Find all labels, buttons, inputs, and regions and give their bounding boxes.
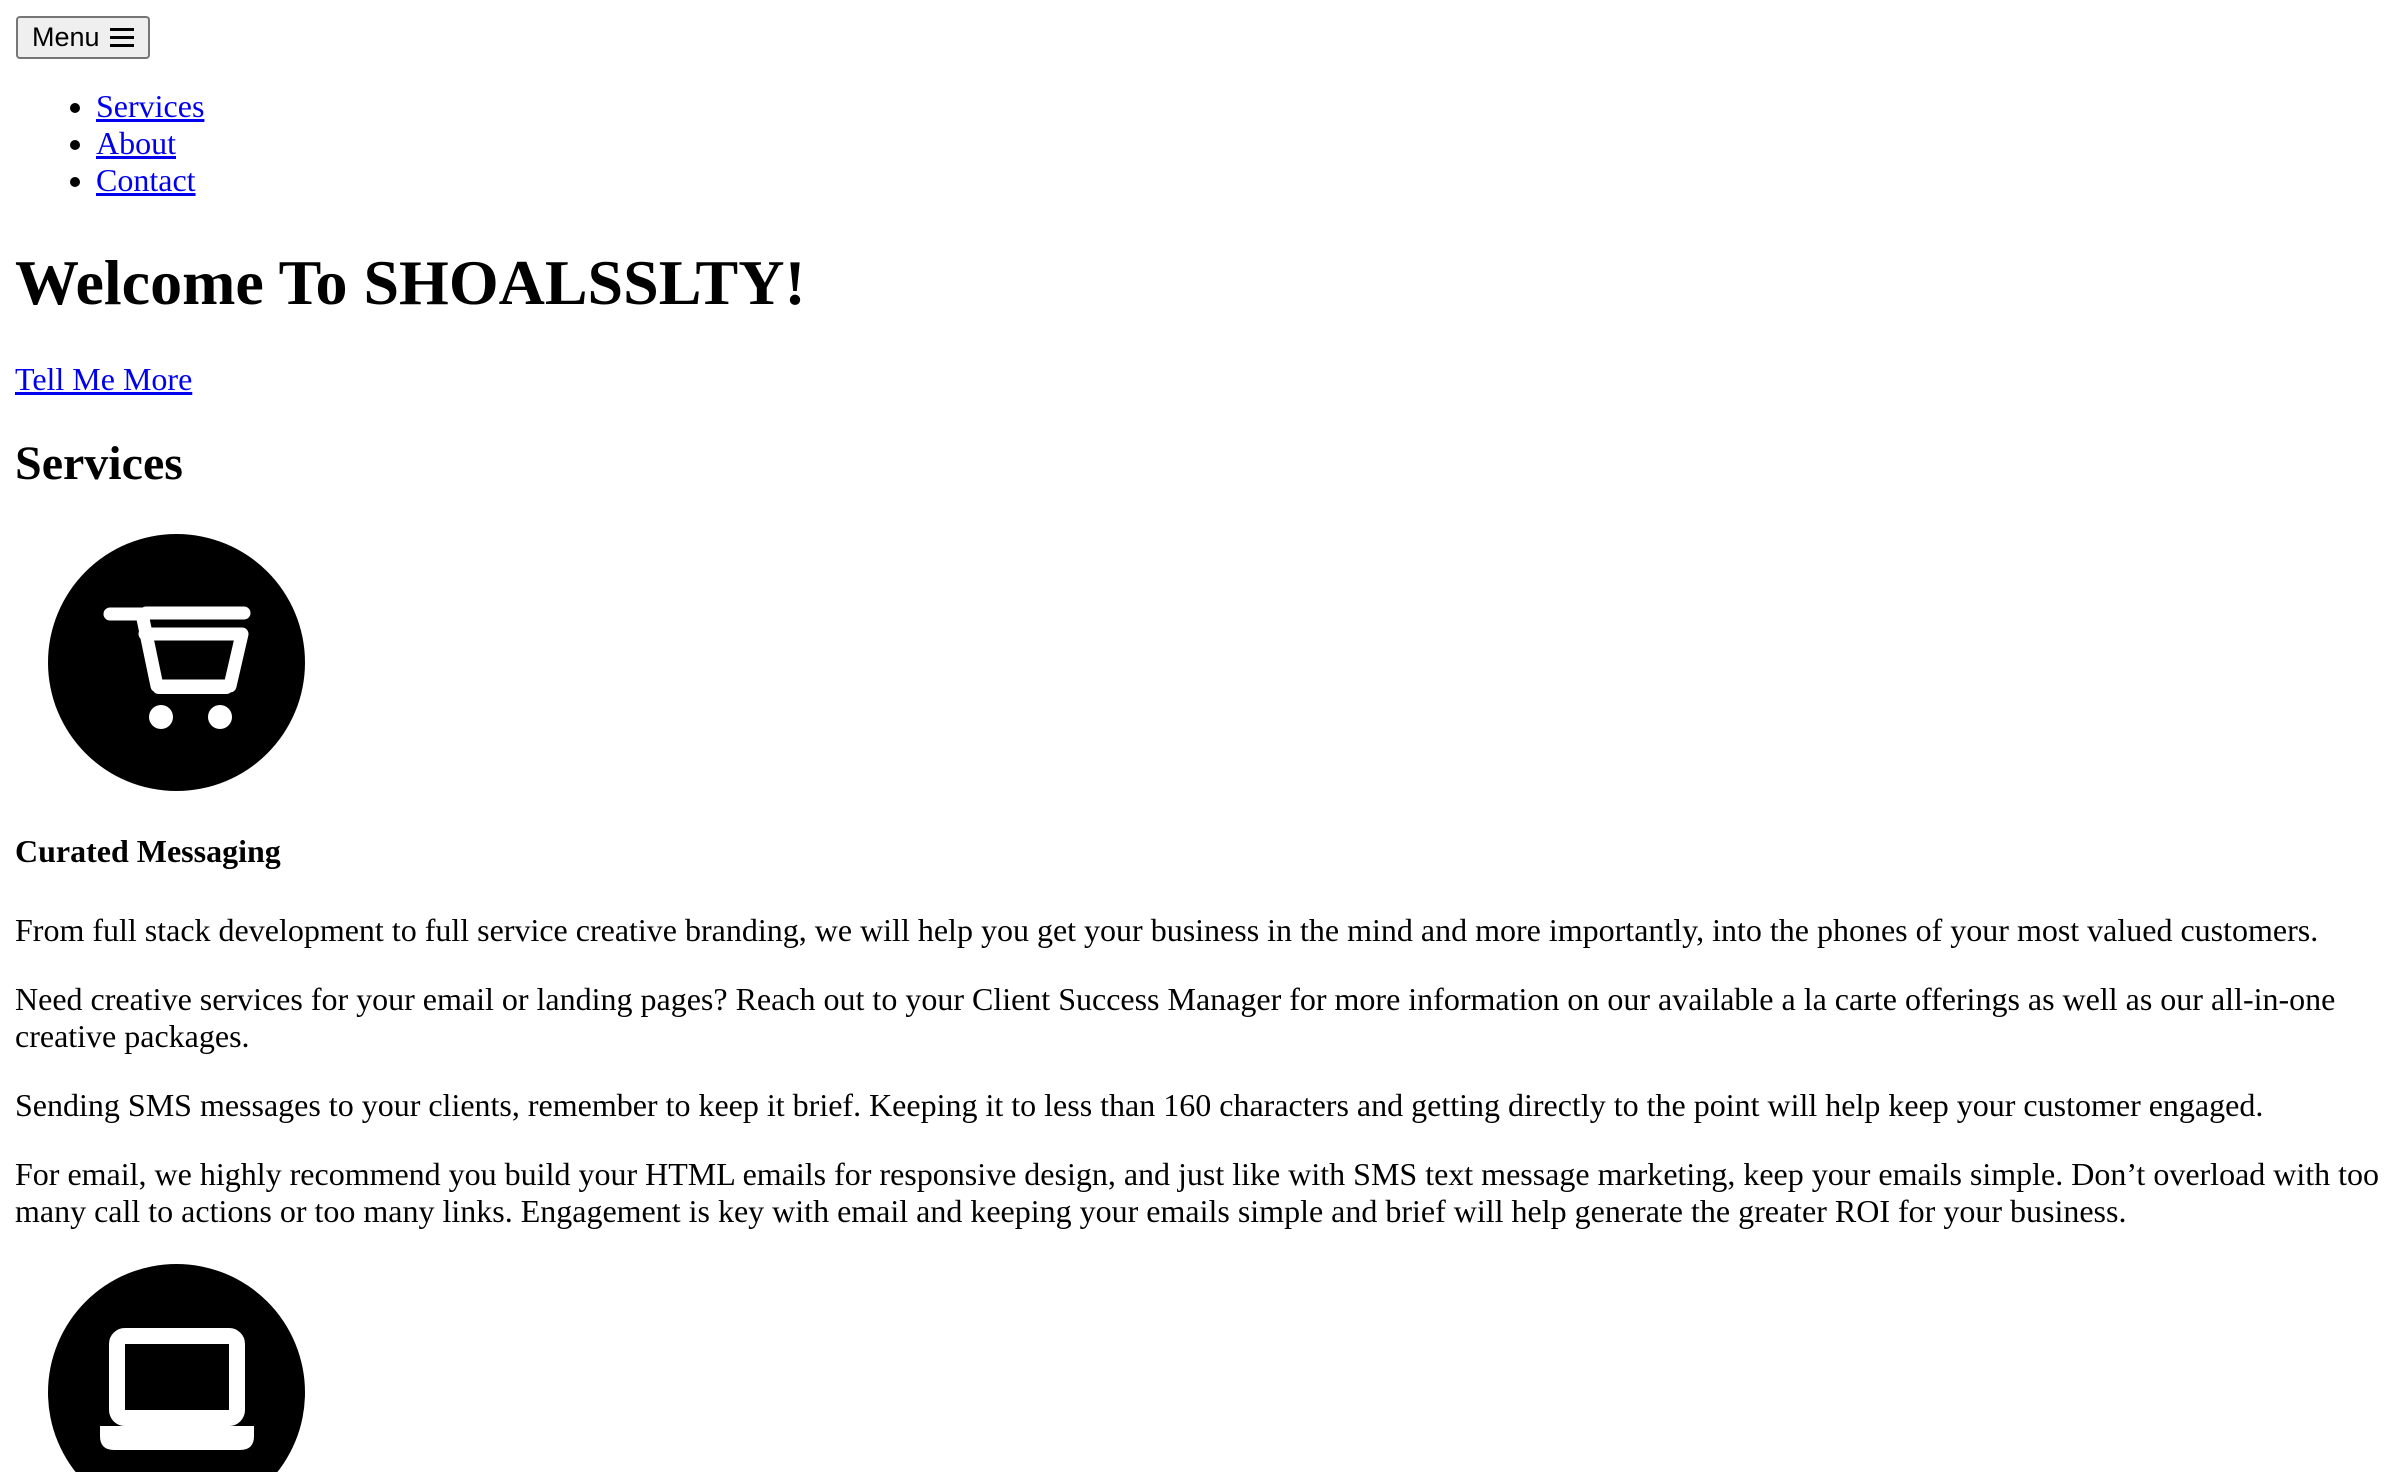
menu-button-label: Menu <box>32 22 100 52</box>
nav-item-contact: Contact <box>96 162 204 199</box>
main-navigation: Services About Contact <box>0 88 204 199</box>
services-paragraph: For email, we highly recommend you build… <box>15 1156 2380 1229</box>
menu-button[interactable]: Menu <box>16 16 150 59</box>
nav-link-services[interactable]: Services <box>96 88 204 124</box>
nav-link-about[interactable]: About <box>96 125 176 161</box>
laptop-icon <box>48 1264 305 1472</box>
hamburger-icon <box>109 27 134 48</box>
tell-me-more-link[interactable]: Tell Me More <box>15 361 192 398</box>
services-paragraph: From full stack development to full serv… <box>15 912 2319 948</box>
services-paragraph: Need creative services for your email or… <box>15 981 2336 1054</box>
curated-messaging-heading: Curated Messaging <box>15 833 281 869</box>
hero-title: Welcome To SHOALSSLTY! <box>15 247 806 318</box>
services-paragraph: Sending SMS messages to your clients, re… <box>15 1087 2264 1123</box>
nav-item-services: Services <box>96 88 204 125</box>
nav-item-about: About <box>96 125 204 162</box>
nav-link-contact[interactable]: Contact <box>96 162 196 198</box>
shopping-cart-icon <box>48 534 305 791</box>
services-title: Services <box>15 437 183 490</box>
